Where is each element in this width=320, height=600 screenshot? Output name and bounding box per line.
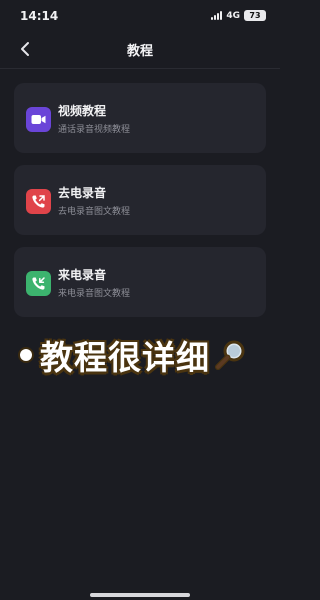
status-time: 14:14	[20, 9, 59, 23]
battery-icon: 73	[244, 10, 266, 21]
status-bar: 14:14 4G 73	[0, 0, 280, 30]
card-subtitle: 来电录音图文教程	[58, 289, 131, 299]
nav-bar: 教程	[0, 30, 280, 69]
tutorial-card-video[interactable]: 视频教程 通话录音视频教程	[14, 83, 266, 153]
incoming-call-icon	[26, 271, 51, 296]
card-subtitle: 去电录音图文教程	[58, 207, 131, 217]
tutorial-card-outgoing-call[interactable]: 去电录音 去电录音图文教程	[14, 165, 266, 235]
network-type: 4G	[226, 10, 240, 21]
status-indicators: 4G 73	[211, 10, 266, 21]
page-title: 教程	[126, 44, 153, 59]
home-indicator	[90, 593, 190, 597]
signal-strength-icon	[211, 11, 223, 20]
magnifier-icon	[215, 340, 245, 370]
card-title: 去电录音	[58, 186, 107, 200]
tutorial-card-incoming-call[interactable]: 来电录音 来电录音图文教程	[14, 247, 266, 317]
overlay-caption: 教程很详细	[20, 331, 248, 379]
outgoing-call-icon	[26, 189, 51, 214]
card-subtitle: 通话录音视频教程	[58, 125, 131, 135]
card-title: 视频教程	[58, 104, 107, 118]
bullet-dot-icon	[20, 349, 32, 361]
caption-text: 教程很详细	[40, 338, 210, 377]
video-camera-icon	[26, 107, 51, 132]
card-title: 来电录音	[58, 268, 107, 282]
